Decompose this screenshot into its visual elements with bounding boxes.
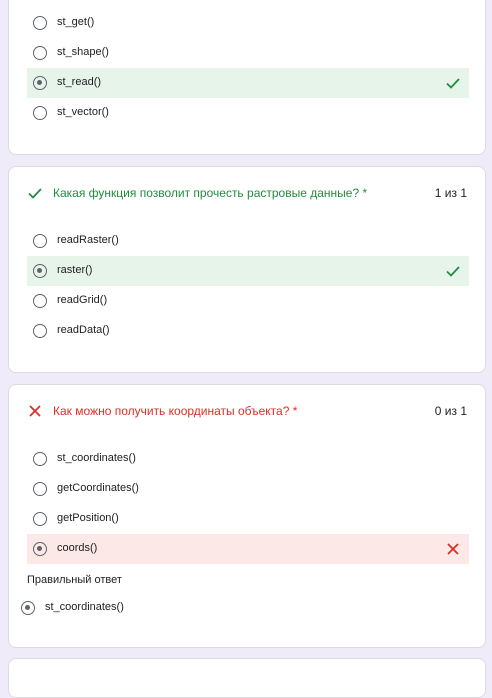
- question-score: 0 из 1: [434, 404, 467, 418]
- question-card-coordinates: Как можно получить координаты объекта? *…: [8, 384, 486, 648]
- option-label: st_get(): [57, 16, 95, 28]
- cross-icon: [29, 405, 41, 417]
- option-get-coordinates: getCoordinates(): [27, 474, 469, 504]
- question-title: Какая функция позволит прочесть растровы…: [53, 186, 368, 200]
- radio-selected-icon: [33, 542, 47, 556]
- option-label: readRaster(): [57, 234, 119, 246]
- checkmark-icon: [446, 266, 460, 277]
- radio-unselected-icon: [33, 324, 47, 338]
- radio-unselected-icon: [33, 16, 47, 30]
- option-st-coordinates: st_coordinates(): [27, 444, 469, 474]
- radio-unselected-icon: [33, 106, 47, 120]
- option-st-shape: st_shape(): [27, 38, 469, 68]
- radio-selected-icon: [21, 601, 35, 615]
- option-label: coords(): [57, 542, 98, 554]
- next-question-card: [8, 658, 486, 698]
- option-label: readGrid(): [57, 294, 108, 306]
- option-label: raster(): [57, 264, 93, 276]
- question-title: Как можно получить координаты объекта? *: [53, 404, 298, 418]
- radio-unselected-icon: [33, 234, 47, 248]
- option-label: getPosition(): [57, 512, 119, 524]
- option-raster-correct: raster(): [27, 256, 469, 286]
- question-card-raster: Какая функция позволит прочесть растровы…: [8, 166, 486, 373]
- option-label: readData(): [57, 324, 110, 336]
- question-card-st-read: st_get() st_shape() st_read() st_vector(…: [8, 0, 486, 155]
- radio-selected-icon: [33, 76, 47, 90]
- option-st-read-correct: st_read(): [27, 68, 469, 98]
- radio-unselected-icon: [33, 294, 47, 308]
- correct-answer-caption: Правильный ответ: [27, 574, 122, 586]
- radio-unselected-icon: [33, 482, 47, 496]
- checkmark-icon: [446, 78, 460, 89]
- question-header: Как можно получить координаты объекта? *…: [9, 401, 485, 421]
- cross-icon: [447, 543, 459, 555]
- option-get-position: getPosition(): [27, 504, 469, 534]
- option-st-get: st_get(): [27, 8, 469, 38]
- option-label: getCoordinates(): [57, 482, 139, 494]
- question-header: Какая функция позволит прочесть растровы…: [9, 183, 485, 203]
- option-coords-wrong: coords(): [27, 534, 469, 564]
- option-st-vector: st_vector(): [27, 98, 469, 128]
- question-score: 1 из 1: [434, 186, 467, 200]
- option-label: st_read(): [57, 76, 102, 88]
- correct-answer-option: st_coordinates(): [15, 593, 457, 623]
- option-label: st_shape(): [57, 46, 109, 58]
- radio-unselected-icon: [33, 512, 47, 526]
- option-read-data: readData(): [27, 316, 469, 346]
- radio-unselected-icon: [33, 46, 47, 60]
- option-label: st_coordinates(): [57, 452, 136, 464]
- option-read-grid: readGrid(): [27, 286, 469, 316]
- option-label: st_coordinates(): [45, 601, 124, 613]
- radio-unselected-icon: [33, 452, 47, 466]
- option-read-raster: readRaster(): [27, 226, 469, 256]
- radio-selected-icon: [33, 264, 47, 278]
- checkmark-icon: [28, 188, 42, 199]
- option-label: st_vector(): [57, 106, 109, 118]
